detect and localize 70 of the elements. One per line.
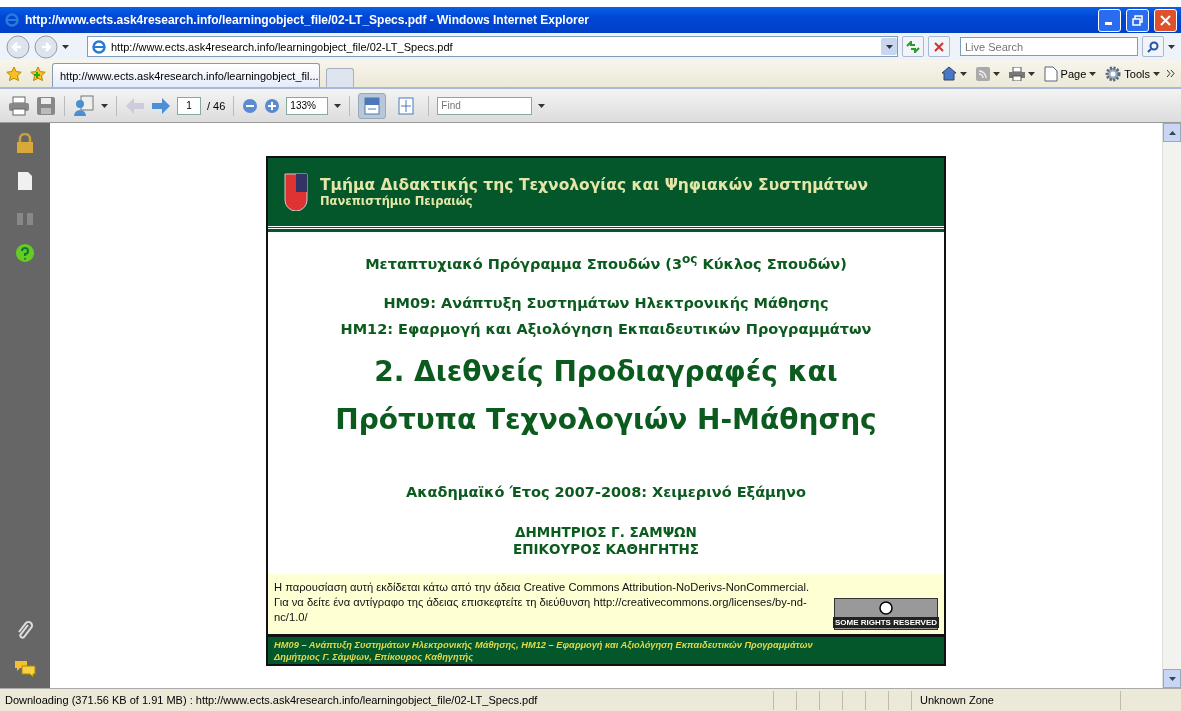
add-favorite-icon[interactable] (30, 65, 46, 82)
close-icon[interactable] (1160, 14, 1171, 26)
license-text: Η παρουσίαση αυτή εκδίδεται κάτω από την άδεια Creative Commons Attribution-NoDerivs-NonCommercial. Για να δείτε ένα αντίγραφο της άδειας επισκεφτείτε τη διεύθυνση http://creativecommons.org/licenses/by-nd-nc/1.0/ (274, 580, 811, 625)
caret-icon[interactable] (1153, 71, 1160, 76)
author-line: ΔΗΜΗΤΡΙΟΣ Γ. ΣΑΜΨΩΝ (515, 523, 697, 541)
search-button[interactable] (1142, 36, 1164, 57)
gear-icon[interactable] (1105, 65, 1122, 82)
search-icon[interactable] (1147, 40, 1159, 53)
star-icon[interactable] (6, 65, 22, 82)
presentation-title: 2. Διεθνείς Προδιαγραφές και (374, 353, 838, 390)
course-title: ΗΜ12: Εφαρμογή και Αξιολόγηση Εκπαιδευτικών Προγραμμάτων (340, 319, 872, 339)
footer-text: Δημήτριος Γ. Σάμψων, Επίκουρος Καθηγητής (274, 651, 475, 663)
minimize-button[interactable] (1098, 8, 1121, 32)
restore-button[interactable] (1126, 8, 1149, 32)
back-button[interactable] (6, 34, 30, 59)
scroll-down-icon[interactable] (1168, 676, 1176, 681)
presentation-title: Πρότυπα Τεχνολογιών Η-Μάθησης (335, 401, 877, 438)
zoom-field[interactable]: 133% (286, 96, 329, 115)
scrollbar[interactable] (1162, 123, 1181, 688)
home-icon[interactable] (940, 66, 957, 81)
course-title: ΗΜ09: Ανάπτυξη Συστημάτων Ηλεκτρονικής Μάθησης (383, 293, 829, 313)
pages-icon[interactable] (17, 171, 33, 191)
help-icon[interactable] (15, 243, 35, 263)
university-logo-icon (284, 173, 308, 211)
department-name: Τμήμα Διδακτικής της Τεχνολογίας και Ψηφιακών Συστημάτων (320, 176, 869, 194)
find-caret-icon[interactable] (538, 103, 546, 108)
academic-year: Ακαδημαϊκό Έτος 2007-2008: Χειμερινό Εξάμηνο (406, 483, 806, 500)
zoom-caret-icon[interactable] (334, 103, 342, 108)
security-zone: Unknown Zone (920, 694, 994, 706)
page-count: / 46 (207, 99, 226, 112)
stop-icon[interactable] (934, 41, 944, 52)
browser-logo-icon (4, 12, 20, 28)
restore-icon[interactable] (1132, 14, 1143, 26)
university-name: Πανεπιστήμιο Πειραιώς (320, 194, 474, 208)
zoom-out-icon[interactable] (242, 97, 259, 114)
lock-icon[interactable] (16, 133, 34, 153)
program-title: Μεταπτυχιακό Πρόγραμμα Σπουδών (3$^{ος}$ Κύκλος Σπουδών) (365, 252, 847, 272)
scroll-up-icon[interactable] (1168, 130, 1176, 135)
status-text: Downloading (371.56 KB of 1.91 MB) : http://www.ects.ask4research.info/learningobject_file/02-LT_Specs.pdf (4, 694, 539, 706)
license-badge: SOME RIGHTS RESERVED (834, 598, 938, 630)
window-title: http://www.ects.ask4research.info/learningobject_file/02-LT_Specs.pdf - Windows Internet Explorer (25, 13, 591, 27)
history-caret-icon[interactable] (62, 44, 69, 49)
dropdown-caret-icon[interactable] (885, 44, 893, 49)
stop-button[interactable] (928, 36, 950, 57)
printer-icon[interactable] (8, 95, 30, 116)
browser-tab[interactable]: http://www.ects.ask4research.info/learningobject_fil... (52, 63, 320, 87)
command-label[interactable]: Page (1060, 67, 1087, 80)
caret-icon[interactable] (992, 71, 1000, 76)
footer-text: ΗΜ09 – Ανάπτυξη Συστημάτων Ηλεκτρονικής Μάθησης, ΗΜ12 – Εφαρμογή και Αξιολόγηση Εκπαιδευτικών Προγραμμάτων (274, 639, 814, 651)
caret-icon[interactable] (1027, 71, 1035, 76)
fit-width-button[interactable] (358, 92, 387, 119)
search-caret-icon[interactable] (1168, 44, 1175, 49)
zoom-in-icon[interactable] (264, 97, 281, 114)
comments-icon[interactable] (14, 660, 36, 678)
author-line: ΕΠΙΚΟΥΡΟΣ ΚΑΘΗΓΗΤΗΣ (513, 540, 699, 558)
user-icon[interactable] (73, 94, 95, 117)
search-field[interactable]: Live Search (960, 37, 1138, 56)
chevron-icon[interactable] (1167, 70, 1175, 77)
page-number-field[interactable]: 1 (177, 96, 201, 115)
paperclip-icon[interactable] (16, 620, 34, 642)
printer-icon[interactable] (1008, 66, 1025, 81)
close-button[interactable] (1154, 8, 1177, 32)
command-label[interactable]: Tools (1124, 67, 1150, 80)
save-icon[interactable] (36, 95, 56, 116)
caret-icon[interactable] (959, 71, 967, 76)
address-bar[interactable]: http://www.ects.ask4research.info/learningobject_file/02-LT_Specs.pdf (87, 36, 898, 57)
next-page-icon[interactable] (151, 96, 171, 115)
caret-icon[interactable] (101, 103, 108, 108)
caret-icon[interactable] (1089, 71, 1097, 76)
find-field[interactable]: Find (437, 96, 533, 115)
